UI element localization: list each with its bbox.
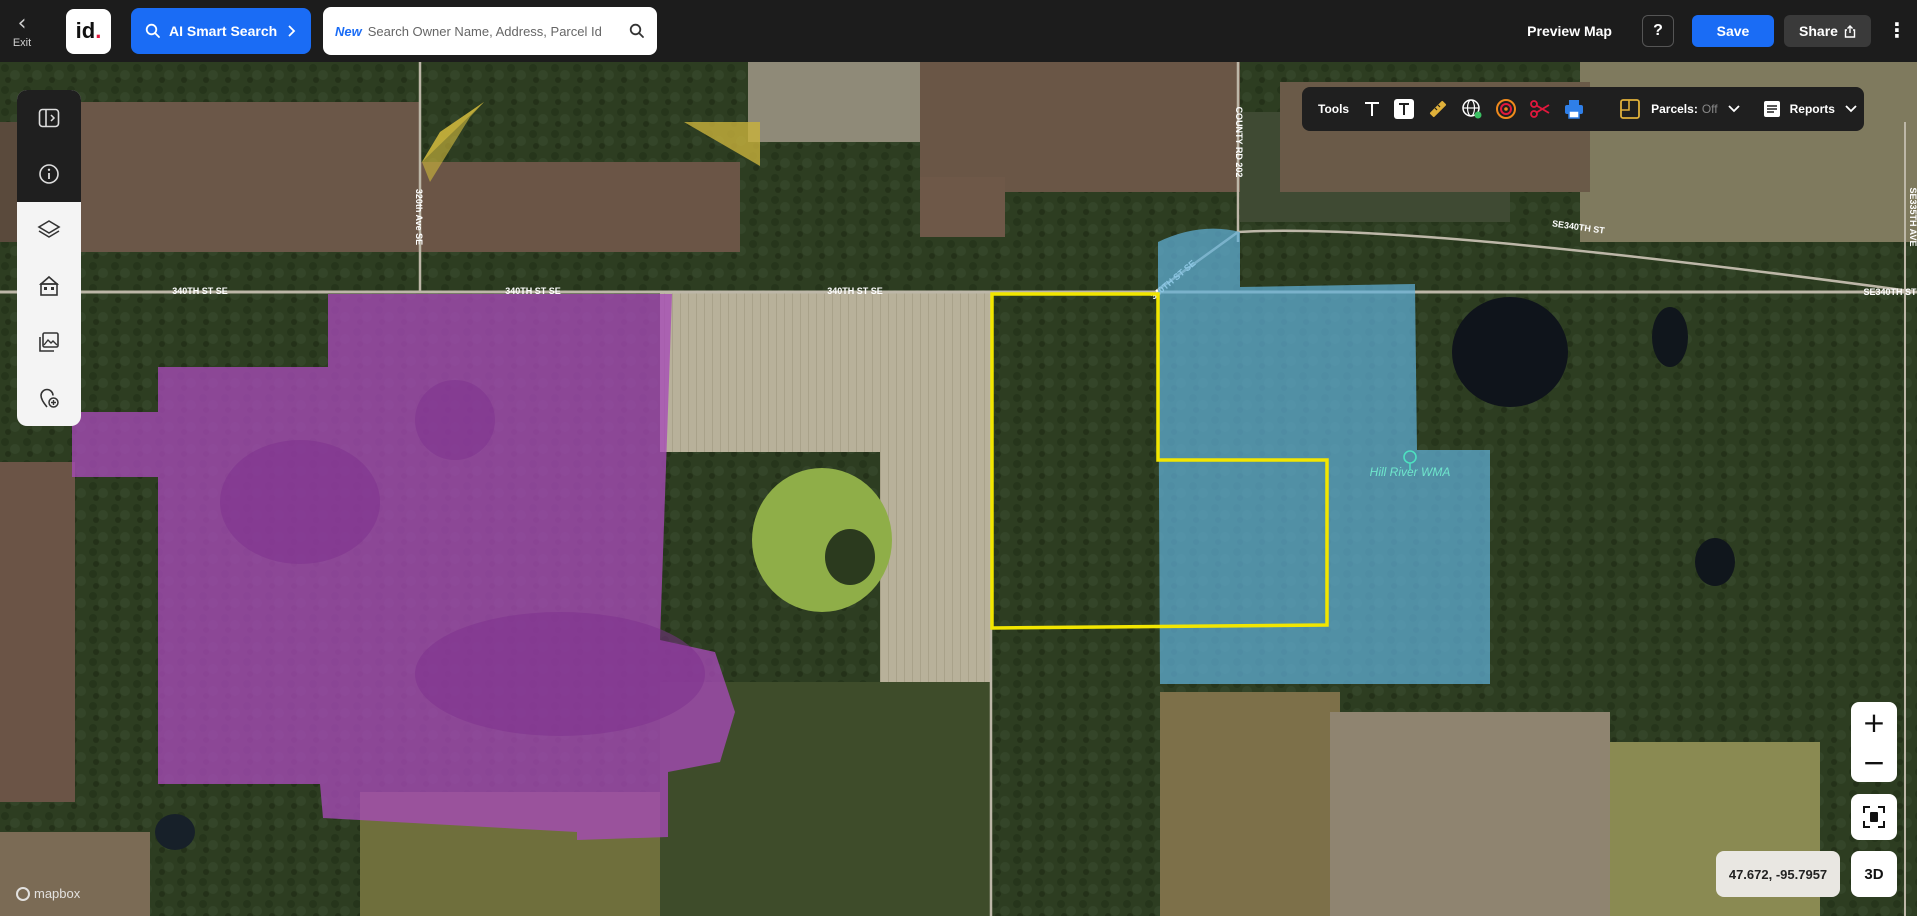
left-toolbar [17,90,81,426]
minus-icon: − [1862,745,1886,779]
fit-frame-icon [1863,806,1885,828]
ai-smart-search-label: AI Smart Search [169,23,278,39]
map-app: ‹ Exit id. AI Smart Search New Preview M… [0,0,1917,916]
text-box-icon [1394,99,1415,119]
search-input[interactable] [367,23,629,39]
coordinates-display: 47.672, -95.7957 [1716,851,1840,897]
scissors-icon [1530,100,1550,118]
mapbox-attribution[interactable]: mapbox [16,886,80,901]
logo-text: id [75,18,96,43]
left-toolbar-top [17,90,81,202]
print-tool-button[interactable] [1563,97,1585,121]
three-d-toggle-button[interactable]: 3D [1851,851,1897,897]
parcels-label: Parcels: [1651,102,1698,116]
purple-parcel-highlight[interactable] [72,294,735,840]
measure-tool-button[interactable] [1427,97,1449,121]
text-tool-button[interactable] [1363,97,1381,121]
image-gallery-icon [39,332,59,352]
text-icon [1365,102,1380,116]
layers-button[interactable] [17,202,81,258]
panel-toggle-icon [38,108,60,128]
road-label: 340TH ST SE [827,286,883,296]
satellite-map[interactable]: 340TH ST SE 340TH ST SE 340TH ST SE 340T… [0,62,1917,916]
text-box-tool-button[interactable] [1393,97,1415,121]
mapbox-label: mapbox [34,886,81,901]
reports-dropdown[interactable]: Reports [1762,99,1857,119]
chevron-down-icon [1727,105,1740,113]
layers-icon [37,220,61,238]
globe-icon [1462,99,1482,119]
more-menu-icon[interactable]: ⋮ [1887,21,1907,41]
tools-bar: Tools Parcels: Off Reports [1302,87,1864,131]
ai-smart-search-button[interactable]: AI Smart Search [131,8,311,54]
globe-pin-tool-button[interactable] [1461,97,1483,121]
printer-icon [1565,100,1584,119]
info-icon [39,164,59,184]
road-label: SE340TH ST [1863,287,1917,297]
road-label: 340TH ST SE [172,286,228,296]
logo-dot-icon: . [95,18,102,43]
road-label: COUNTY RD 202 [1234,107,1244,178]
buildings-icon [38,275,60,296]
parcels-toggle[interactable]: Parcels: Off [1619,98,1740,120]
share-icon [1844,24,1856,38]
reports-label: Reports [1789,102,1835,116]
plus-icon: + [1862,705,1886,739]
exit-button[interactable]: ‹ Exit [0,0,44,62]
place-label: Hill River WMA [1370,465,1451,479]
zoom-in-button[interactable]: + [1851,702,1897,742]
chevron-right-icon [288,25,296,37]
app-logo[interactable]: id. [66,8,111,54]
add-marker-button[interactable] [17,370,81,426]
radius-tool-button[interactable] [1495,97,1517,121]
report-icon [1763,101,1780,117]
buildings-button[interactable] [17,258,81,314]
save-button[interactable]: Save [1692,15,1774,47]
search-icon[interactable] [629,23,645,39]
parcel-icon [1620,99,1641,119]
help-button[interactable]: ? [1642,15,1674,47]
chevron-left-icon: ‹ [17,11,27,36]
tools-label: Tools [1318,102,1350,116]
chevron-down-icon [1845,105,1857,113]
info-button[interactable] [17,146,81,202]
share-label: Share [1799,23,1838,39]
search-box: New [323,7,657,55]
top-bar: ‹ Exit id. AI Smart Search New Preview M… [0,0,1917,62]
cut-tool-button[interactable] [1529,97,1551,121]
road-label: SE335TH AVE [1908,187,1917,246]
radius-icon [1496,99,1517,119]
toggle-panel-button[interactable] [17,90,81,146]
mapbox-logo-icon [16,886,30,901]
fit-bounds-button[interactable] [1851,794,1897,840]
zoom-out-button[interactable]: − [1851,742,1897,782]
parcels-state: Off [1701,102,1718,116]
topbar-actions: Preview Map ? Save Share ⋮ [1527,15,1917,47]
share-button[interactable]: Share [1784,15,1871,47]
search-icon [145,23,160,38]
road-label: 320th Ave SE [414,189,424,245]
imagery-button[interactable] [17,314,81,370]
preview-map-button[interactable]: Preview Map [1527,23,1612,39]
add-location-icon [40,388,59,408]
ruler-icon [1430,100,1447,118]
zoom-controls: + − [1851,702,1897,782]
exit-label: Exit [12,37,32,49]
search-new-tag: New [335,23,362,39]
